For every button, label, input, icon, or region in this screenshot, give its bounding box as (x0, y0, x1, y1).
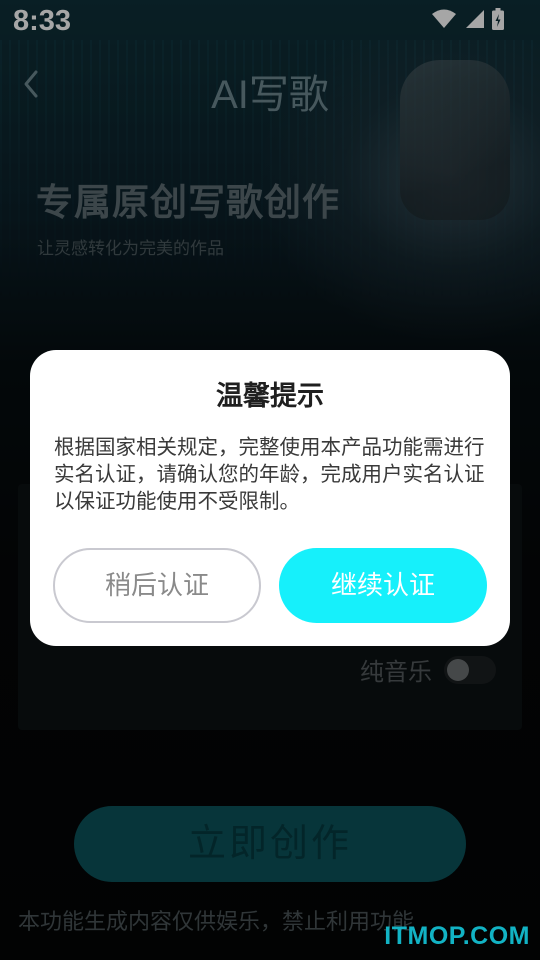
continue-verify-button[interactable]: 继续认证 (279, 548, 487, 623)
verify-later-button[interactable]: 稍后认证 (53, 548, 261, 623)
verification-dialog: 温馨提示 根据国家相关规定，完整使用本产品功能需进行实名认证，请确认您的年龄，完… (30, 350, 510, 646)
dialog-title: 温馨提示 (216, 381, 324, 411)
dialog-message: 根据国家相关规定，完整使用本产品功能需进行实名认证，请确认您的年龄，完成用户实名… (54, 436, 485, 513)
site-watermark: ITMOP.COM (384, 922, 530, 950)
